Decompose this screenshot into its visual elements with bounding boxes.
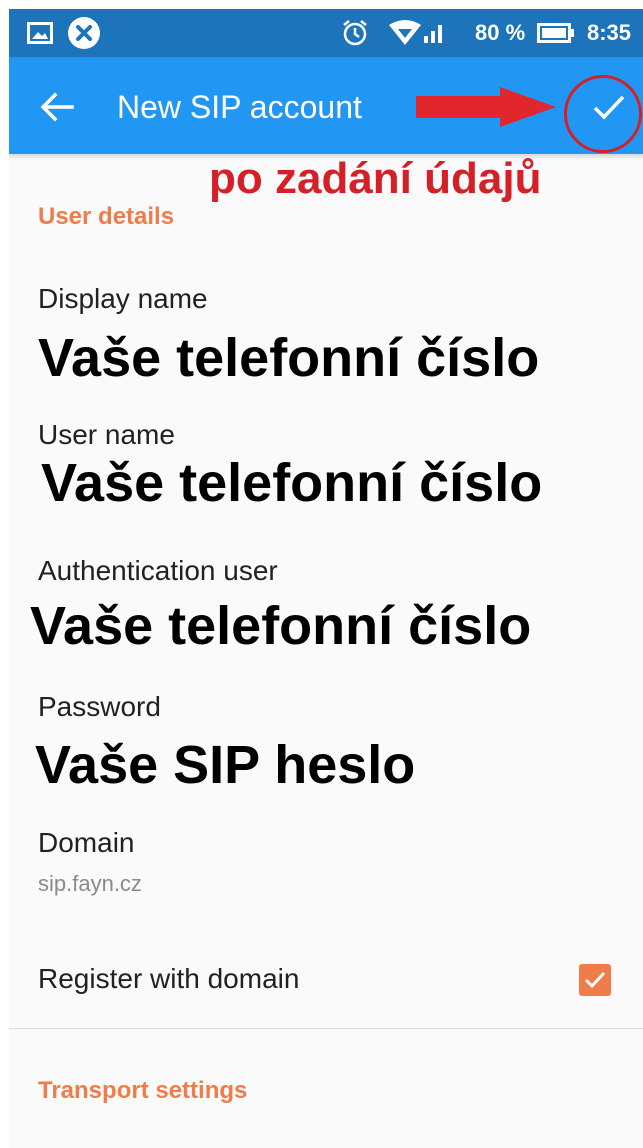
- app-bar: New SIP account: [9, 57, 643, 154]
- wifi-icon: [387, 9, 423, 57]
- field-label-domain[interactable]: Domain: [38, 827, 134, 859]
- status-bar: 80 % 8:35: [9, 9, 643, 57]
- arrow-back-icon: [40, 92, 74, 122]
- annotation-circle: [564, 75, 642, 153]
- section-heading-user-details: User details: [38, 203, 175, 230]
- section-heading-transport-settings: Transport settings: [38, 1077, 248, 1104]
- register-with-domain-checkbox[interactable]: [579, 964, 611, 996]
- clock: 8:35: [587, 20, 632, 45]
- register-with-domain-label[interactable]: Register with domain: [38, 963, 299, 995]
- field-value-user-name[interactable]: Vaše telefonní číslo: [41, 452, 542, 514]
- divider: [9, 1028, 643, 1029]
- field-label-password[interactable]: Password: [38, 691, 161, 723]
- battery-icon: [537, 9, 575, 57]
- checkmark-icon: [584, 971, 606, 989]
- back-button[interactable]: [31, 83, 83, 131]
- field-label-display-name[interactable]: Display name: [38, 283, 208, 315]
- close-circle-icon[interactable]: [67, 9, 101, 57]
- signal-icon: [423, 9, 445, 57]
- field-label-authentication-user[interactable]: Authentication user: [38, 555, 278, 587]
- screen: 80 % 8:35 New SIP account po zadání údaj…: [9, 9, 643, 1148]
- field-value-domain[interactable]: sip.fayn.cz: [38, 871, 142, 897]
- field-label-user-name[interactable]: User name: [38, 419, 175, 451]
- annotation-text: po zadání údajů: [209, 154, 542, 203]
- annotation-arrow: [414, 85, 559, 134]
- page-title: New SIP account: [117, 89, 362, 125]
- image-icon: [27, 9, 53, 57]
- battery-percent: 80 %: [475, 20, 526, 45]
- field-value-display-name[interactable]: Vaše telefonní číslo: [38, 327, 539, 389]
- field-value-authentication-user[interactable]: Vaše telefonní číslo: [30, 595, 531, 657]
- field-value-password[interactable]: Vaše SIP heslo: [35, 734, 415, 796]
- alarm-icon: [342, 9, 368, 57]
